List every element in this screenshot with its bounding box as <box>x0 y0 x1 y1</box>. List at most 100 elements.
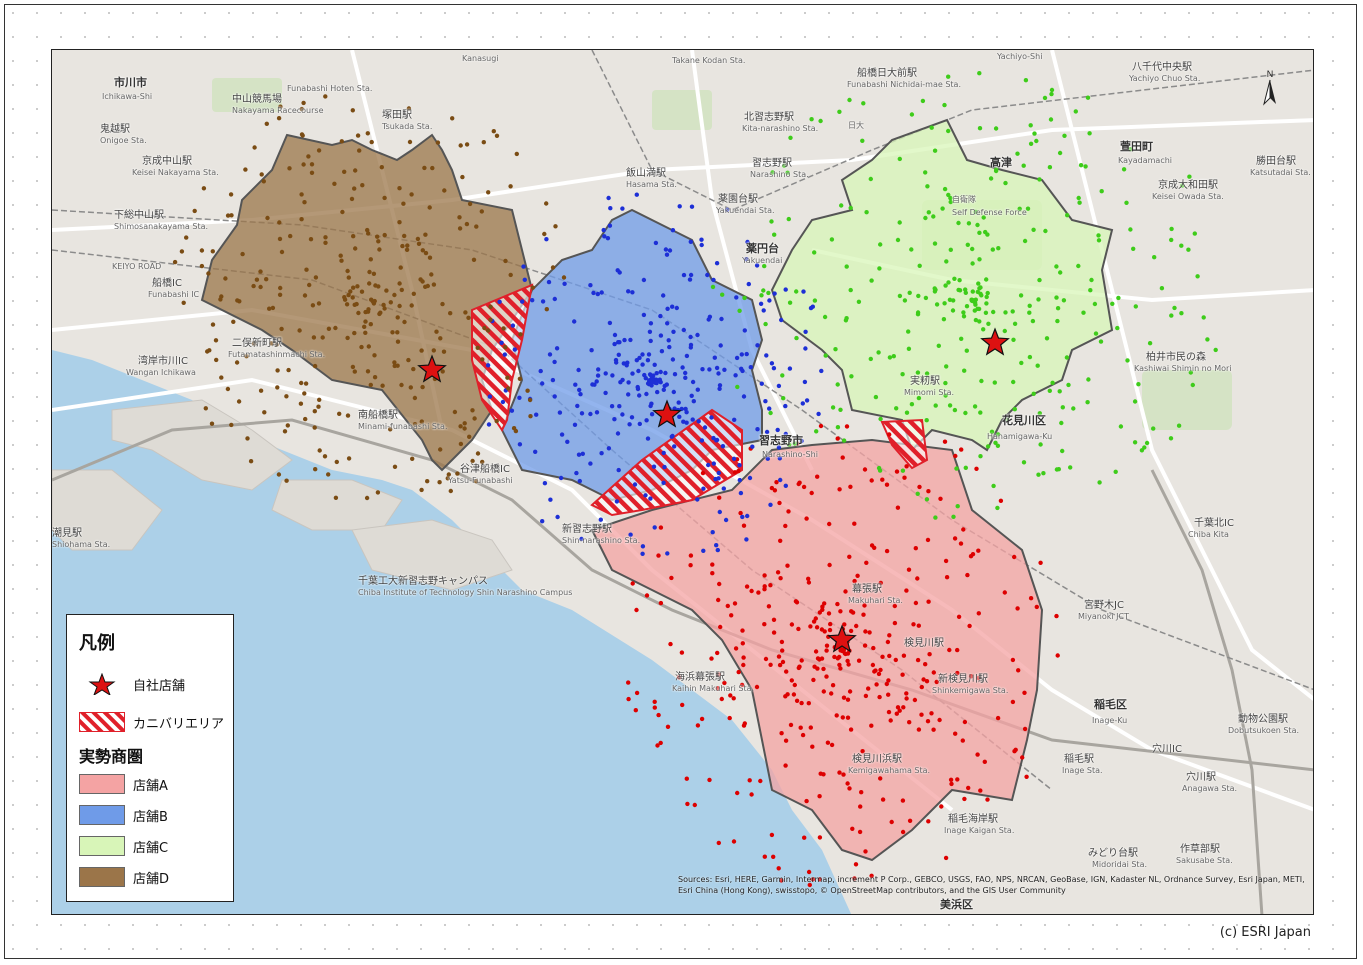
customer-point <box>559 432 565 437</box>
label-mimomi: 実籾駅 <box>910 376 940 387</box>
customer-point <box>667 248 673 253</box>
customer-point <box>326 472 331 477</box>
customer-point <box>672 444 677 449</box>
customer-point <box>408 385 413 390</box>
customer-point <box>679 650 685 655</box>
customer-point <box>346 456 352 461</box>
customer-point <box>780 373 785 378</box>
customer-point <box>671 329 676 334</box>
customer-point <box>368 257 373 262</box>
customer-point <box>739 352 744 357</box>
label-shiohama: 潮見駅 <box>52 528 82 539</box>
customer-point <box>626 380 631 385</box>
customer-point <box>1113 469 1118 474</box>
customer-point <box>390 330 395 335</box>
customer-point <box>594 410 600 415</box>
customer-point <box>316 301 322 306</box>
customer-point <box>402 233 407 239</box>
customer-point <box>819 368 824 374</box>
customer-point <box>486 422 492 427</box>
customer-point <box>397 303 402 309</box>
customer-point <box>517 395 522 400</box>
customer-point <box>312 409 317 414</box>
customer-point <box>1190 382 1196 388</box>
customer-point <box>970 261 975 266</box>
customer-point <box>738 510 743 516</box>
customer-point <box>868 356 873 362</box>
label-hanamigawa-en: Hanamigawa-Ku <box>987 432 1053 441</box>
customer-point <box>856 299 862 304</box>
customer-point <box>634 192 639 197</box>
customer-point <box>818 423 824 429</box>
customer-point <box>672 372 678 377</box>
label-yachiyo-chuo: 八千代中央駅 <box>1132 62 1192 73</box>
customer-point <box>776 866 781 871</box>
customer-point <box>1012 407 1017 412</box>
customer-point <box>817 657 822 662</box>
copyright-text: (c) ESRI Japan <box>1219 925 1311 940</box>
label-kanasugi: Kanasugi <box>462 54 499 63</box>
customer-point <box>763 656 769 662</box>
customer-point <box>409 303 414 308</box>
customer-point <box>606 195 611 201</box>
customer-point <box>457 226 463 231</box>
customer-point <box>313 275 319 280</box>
customer-point <box>607 320 613 326</box>
customer-point <box>410 456 415 461</box>
customer-point <box>786 216 791 222</box>
customer-point <box>395 330 400 335</box>
customer-point <box>954 466 959 471</box>
customer-point <box>804 398 810 403</box>
customer-point <box>956 220 961 226</box>
customer-point <box>985 444 991 449</box>
customer-point <box>652 705 657 710</box>
customer-point <box>924 497 930 502</box>
customer-point <box>732 417 737 422</box>
customer-point <box>360 183 365 188</box>
customer-point <box>931 727 936 732</box>
customer-point <box>1092 301 1098 307</box>
label-hanamigawa: 花見川区 <box>1002 414 1046 427</box>
customer-point <box>380 383 385 388</box>
customer-point <box>779 639 785 645</box>
customer-point <box>322 454 328 459</box>
customer-point <box>573 382 578 387</box>
customer-point <box>615 431 621 436</box>
customer-point <box>1142 445 1147 450</box>
map-canvas[interactable] <box>52 50 1314 915</box>
label-jieitai-en: Self Defense Force <box>952 208 1027 217</box>
customer-point <box>907 818 913 823</box>
customer-point <box>282 429 288 434</box>
customer-point <box>975 306 980 311</box>
customer-point <box>552 359 557 365</box>
customer-point <box>729 613 734 618</box>
customer-point <box>976 281 981 286</box>
customer-point <box>457 215 462 220</box>
customer-point <box>365 369 371 374</box>
customer-point <box>656 712 661 718</box>
customer-point <box>479 209 484 214</box>
customer-point <box>1042 95 1048 101</box>
customer-point <box>527 397 533 403</box>
customer-point <box>664 382 669 387</box>
customer-point <box>1086 377 1091 382</box>
customer-point <box>624 363 629 368</box>
customer-point <box>953 731 958 736</box>
customer-point <box>966 785 971 791</box>
map-view[interactable]: 市川市 Ichikawa-Shi Funabashi Hoten Sta. Ka… <box>51 49 1314 915</box>
customer-point <box>277 292 283 297</box>
customer-point <box>961 310 966 315</box>
customer-point <box>663 247 669 252</box>
label-kayadamachi: 萱田町 <box>1120 140 1153 153</box>
customer-point <box>815 474 820 479</box>
customer-point <box>902 298 908 303</box>
customer-point <box>1027 354 1033 360</box>
customer-point <box>1049 87 1055 93</box>
customer-point <box>411 366 416 372</box>
customer-point <box>440 369 445 374</box>
legend-item-store-a: 店舗A <box>79 773 168 795</box>
customer-point <box>332 181 337 186</box>
customer-point <box>1047 165 1053 170</box>
customer-point <box>1028 123 1033 128</box>
customer-point <box>618 380 623 385</box>
